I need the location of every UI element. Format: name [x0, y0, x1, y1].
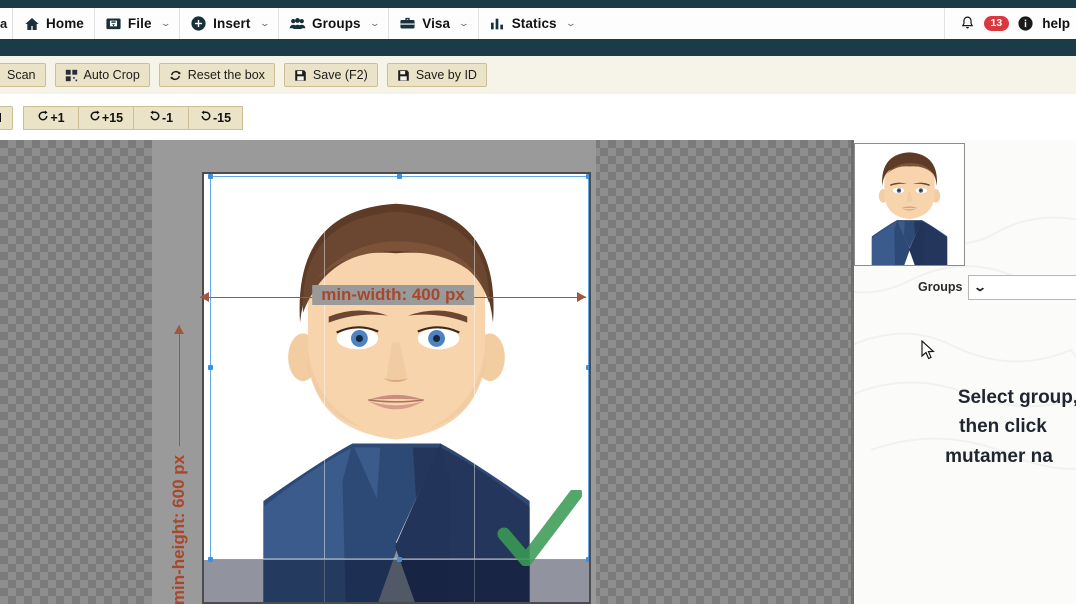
menu-item-insert[interactable]: Insert ⌄: [180, 8, 278, 39]
action-toolbar: Scan Auto Crop Reset the box Save (F2) S…: [0, 56, 1076, 94]
menu-item-home[interactable]: Home: [13, 8, 94, 39]
top-dark-strip: [0, 0, 1076, 8]
briefcase-icon: [399, 15, 416, 32]
menu-item-visa[interactable]: Visa ⌄: [389, 8, 477, 39]
save-by-id-button-label: Save by ID: [415, 68, 477, 82]
rotate-ccw-icon: [149, 110, 161, 125]
save-by-id-button[interactable]: Save by ID: [386, 63, 487, 87]
measure-arrow-up: [174, 325, 184, 334]
bell-icon[interactable]: [959, 15, 976, 32]
crop-guide-vertical-right: [474, 174, 475, 602]
save-button-label: Save (F2): [312, 68, 368, 82]
bar-chart-icon: [489, 15, 506, 32]
chevron-down-icon[interactable]: ⌄: [160, 18, 171, 29]
groups-dropdown[interactable]: ⌄: [968, 274, 1076, 300]
menu-label-file: File: [127, 16, 152, 31]
help-link[interactable]: help: [1042, 16, 1070, 31]
menu-label-visa: Visa: [422, 16, 451, 31]
menu-item-file[interactable]: File ⌄: [95, 8, 179, 39]
photo-thumbnail[interactable]: [854, 143, 965, 266]
rotation-toolbar: I +1 +15: [0, 94, 1076, 140]
rotate-cw-icon: [37, 110, 49, 125]
photo-frame[interactable]: [202, 172, 591, 604]
min-width-measure: min-width: 400 px: [200, 285, 586, 306]
menu-label-groups: Groups: [312, 16, 361, 31]
menu-item-statics[interactable]: Statics ⌄: [479, 8, 585, 39]
info-circle-icon[interactable]: [1017, 15, 1034, 32]
crop-guide-vertical-left: [324, 174, 325, 602]
chevron-down-icon[interactable]: ⌄: [259, 18, 270, 29]
rotate-cw-1-label: +1: [50, 110, 65, 125]
rotate-ccw-1-label: -1: [161, 110, 174, 125]
scan-button[interactable]: Scan: [0, 63, 46, 87]
rotate-ccw-15-button[interactable]: -15: [188, 105, 243, 130]
rotation-toolbar-inner: I +1 +15: [0, 94, 243, 140]
min-width-label: min-width: 400 px: [312, 285, 474, 305]
instruction-hint: Select group, then click mutamer na: [879, 383, 1076, 471]
chevron-down-icon[interactable]: ⌄: [458, 18, 469, 29]
app-window: a Home File ⌄ Insert ⌄ Groups ⌄ Visa ⌄ S…: [0, 0, 1076, 604]
rotate-cw-1-button[interactable]: +1: [23, 105, 78, 130]
menu-edge-text: a: [0, 16, 8, 31]
reset-box-button[interactable]: Reset the box: [158, 63, 275, 87]
refresh-icon: [169, 69, 182, 82]
measure-arrow-left: [200, 292, 209, 302]
side-panel: Groups ⌄ Select group, then click mutame…: [851, 140, 1076, 604]
rotate-ccw-1-button[interactable]: -1: [133, 105, 188, 130]
rotation-button-group: +1 +15 -1 -15: [23, 105, 243, 130]
main-menu-bar: a Home File ⌄ Insert ⌄ Groups ⌄ Visa ⌄ S…: [0, 8, 1076, 39]
groups-selector-row: Groups ⌄: [851, 274, 1076, 300]
rotate-cw-icon: [89, 110, 101, 125]
home-icon: [23, 15, 40, 32]
file-icon: [105, 15, 122, 32]
auto-crop-icon: [65, 69, 78, 82]
photo-editor-canvas[interactable]: min-width: 400 px min-height: 600 px: [0, 140, 851, 604]
portrait-photo: [204, 174, 589, 602]
save-icon: [397, 69, 410, 82]
rotate-ccw-15-label: -15: [212, 110, 232, 125]
image-canvas-area[interactable]: [152, 140, 596, 604]
groups-label: Groups: [918, 280, 963, 294]
menu-label-home: Home: [46, 16, 84, 31]
min-height-measure: min-height: 600 px: [169, 325, 189, 604]
scan-button-label: Scan: [7, 68, 36, 82]
rotate-cw-15-label: +15: [101, 110, 124, 125]
measure-arrow-right: [577, 292, 586, 302]
reset-box-button-label: Reset the box: [187, 68, 265, 82]
flip-vertical-icon: I: [0, 110, 2, 125]
hint-line-3: mutamer na: [945, 445, 1053, 467]
chevron-down-icon[interactable]: ⌄: [565, 18, 576, 29]
menu-label-insert: Insert: [213, 16, 251, 31]
mouse-cursor: [921, 340, 935, 360]
menu-item-groups[interactable]: Groups ⌄: [279, 8, 388, 39]
auto-crop-button-label: Auto Crop: [83, 68, 140, 82]
hint-line-1: Select group,: [957, 387, 1076, 408]
notification-badge[interactable]: 13: [983, 15, 1010, 32]
thumbnail-portrait: [855, 144, 964, 265]
rotate-ccw-icon: [200, 110, 212, 125]
secondary-dark-band: [0, 39, 1076, 56]
users-icon: [289, 15, 306, 32]
hint-line-2: then click: [959, 416, 1047, 438]
rotate-cw-15-button[interactable]: +15: [78, 105, 133, 130]
flip-vertical-button[interactable]: I: [0, 105, 13, 130]
auto-crop-button[interactable]: Auto Crop: [54, 63, 150, 87]
plus-circle-icon: [190, 15, 207, 32]
menu-bar-right-cluster: 13 help: [943, 8, 1076, 39]
save-icon: [294, 69, 307, 82]
chevron-down-icon[interactable]: ⌄: [369, 18, 380, 29]
menu-label-statics: Statics: [511, 16, 557, 31]
chevron-down-icon[interactable]: ⌄: [973, 280, 987, 294]
save-button[interactable]: Save (F2): [283, 63, 378, 87]
min-height-label: min-height: 600 px: [169, 445, 189, 604]
